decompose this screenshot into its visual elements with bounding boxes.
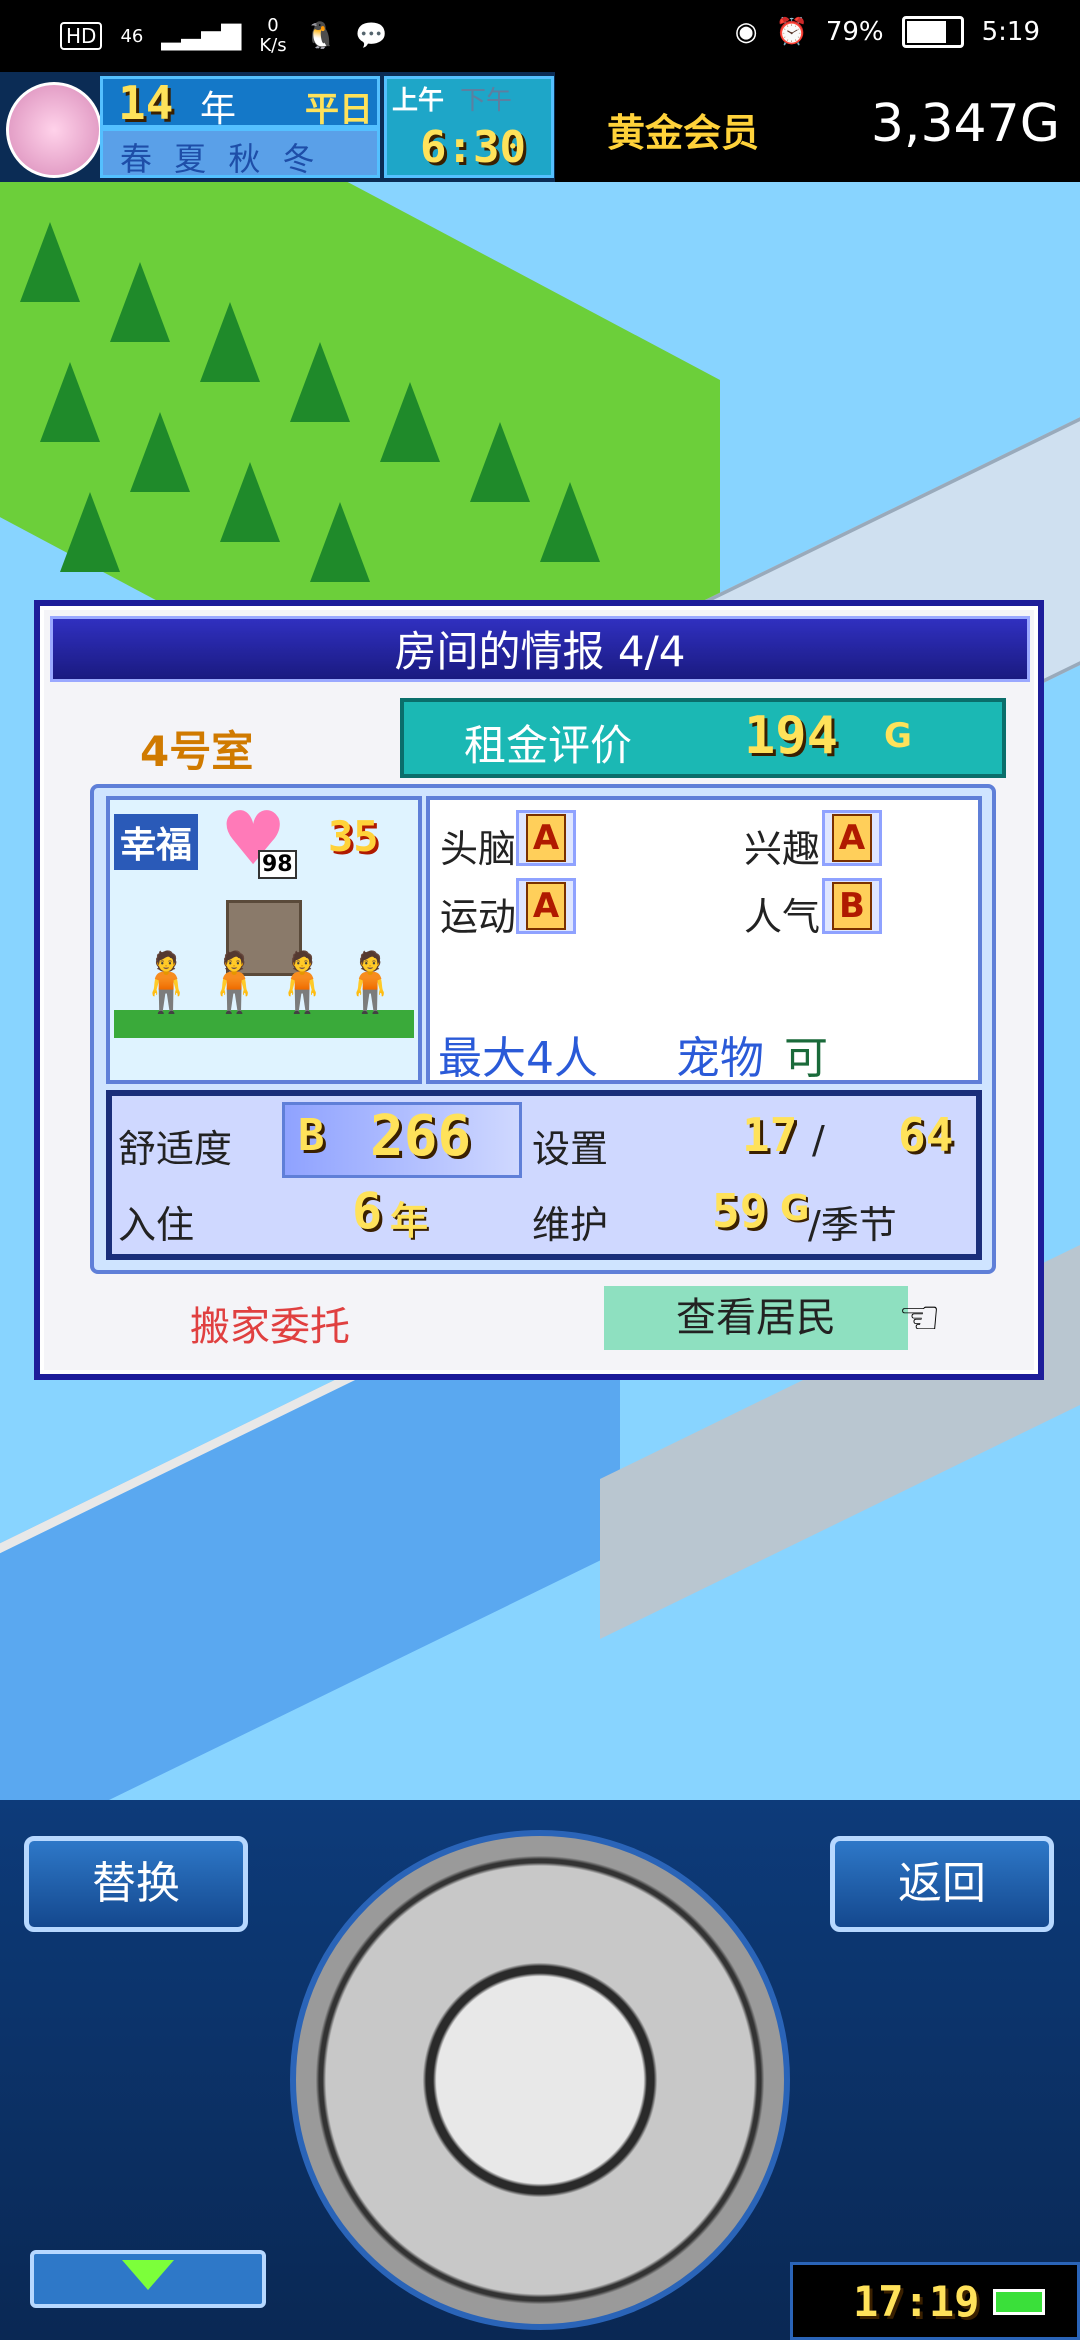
tree (60, 492, 120, 572)
view-residents-button[interactable]: 查看居民 (604, 1286, 908, 1350)
tree (470, 422, 530, 502)
game-clock: 17:19 (790, 2262, 1080, 2340)
pet-label: 宠物 (676, 1033, 764, 1084)
happiness-value: 35 (328, 812, 379, 861)
stat-label: 人气 (744, 895, 821, 939)
stat-grade: A (516, 878, 576, 934)
member-label: 黄金会员 (607, 111, 760, 155)
room-info-dialog: 房间的情报 4/4 4号室 租金评价 194 G 幸福 ♥ 98 35 🧍 🧍 … (34, 600, 1044, 1380)
qq-icon: 🐧 (304, 21, 337, 51)
scroll-down-button[interactable] (30, 2250, 266, 2308)
rent-value: 194 (744, 706, 838, 766)
stat-grade: A (516, 810, 576, 866)
happiness-label: 幸福 (114, 814, 199, 870)
setting-label: 设置 (532, 1127, 609, 1171)
resident-figure: 🧍 (130, 948, 203, 1016)
tree (310, 502, 370, 582)
back-button[interactable]: 返回 (830, 1836, 1054, 1932)
tree (290, 342, 350, 422)
pet-value: 可 (784, 1033, 828, 1084)
max-occupancy: 最大4人 (438, 1033, 598, 1084)
tree (200, 302, 260, 382)
maintenance-unit: G (780, 1188, 810, 1229)
stat-label: 运动 (440, 895, 517, 939)
comfort-grade: B (298, 1110, 325, 1161)
year-label: 年 (200, 89, 237, 130)
resident-figure: 🧍 (334, 948, 407, 1016)
clock: 5:19 (981, 17, 1040, 47)
year-value: 14 (118, 76, 174, 130)
chevron-down-icon (122, 2260, 174, 2290)
tree (220, 462, 280, 542)
game-time: 6:30 (420, 122, 526, 173)
money-value: 3,347G (870, 94, 1060, 154)
maintenance-value: 59 (712, 1184, 768, 1238)
tree (20, 222, 80, 302)
hd-indicator: HD (60, 22, 103, 50)
family-portrait: 幸福 ♥ 98 35 🧍 🧍 🧍 🧍 (106, 796, 422, 1084)
comfort-panel: 舒适度 B 266 设置 17 / 64 入住 6 年 维护 59 G /季节 (106, 1090, 982, 1260)
setting-max: 64 (898, 1108, 954, 1162)
room-number: 4号室 (140, 727, 254, 776)
resident-figure: 🧍 (266, 948, 339, 1016)
room-detail-panel: 幸福 ♥ 98 35 🧍 🧍 🧍 🧍 头脑 A 兴趣 A 运动 A 人气 B 最… (90, 784, 996, 1274)
battery-icon (901, 16, 964, 48)
day-label: 平日 (305, 90, 373, 130)
resident-figure: 🧍 (198, 948, 271, 1016)
battery-percent: 79% (825, 17, 884, 47)
comfort-value: 266 (370, 1104, 472, 1169)
pointer-hand-icon: ☜ (898, 1290, 942, 1346)
rent-label: 租金评价 (464, 721, 633, 770)
stay-unit: 年 (390, 1199, 429, 1243)
setting-value: 17 (742, 1108, 798, 1162)
alarm-icon: ⏰ (775, 17, 808, 47)
tree (40, 362, 100, 442)
avatar[interactable] (6, 82, 102, 178)
comfort-label: 舒适度 (118, 1127, 233, 1171)
stat-label: 头脑 (440, 827, 517, 871)
swap-button[interactable]: 替换 (24, 1836, 248, 1932)
dpad[interactable] (290, 1830, 790, 2330)
wechat-icon: 💬 (354, 21, 388, 51)
heart-value: 98 (258, 850, 297, 879)
tree (540, 482, 600, 562)
stay-label: 入住 (118, 1203, 195, 1247)
season-label: 春 夏 秋 冬 (120, 140, 321, 178)
stat-label: 兴趣 (744, 827, 821, 871)
status-bar: HD 46 ▂▃▅▇ 0 K/s 🐧 💬 ◉ ⏰ 79% 5:19 (0, 0, 1080, 72)
network-indicator: 46 (120, 25, 144, 47)
stat-grade: A (822, 810, 882, 866)
pm-label: 下午 (460, 86, 513, 116)
stat-grade: B (822, 878, 882, 934)
signal-icon: ▂▃▅▇ (161, 21, 242, 51)
am-label: 上午 (392, 86, 445, 116)
money-panel: 黄金会员 3,347G (555, 72, 1080, 182)
stats-panel: 头脑 A 兴趣 A 运动 A 人气 B 最大4人 宠物 可 (426, 796, 982, 1084)
tree (130, 412, 190, 492)
move-request-button[interactable]: 搬家委托 (190, 1294, 350, 1352)
speed-indicator: 0 K/s (259, 15, 287, 56)
stay-value: 6 (352, 1182, 383, 1240)
dialog-title: 房间的情报 4/4 (50, 616, 1030, 682)
eye-icon: ◉ (734, 17, 758, 47)
maintenance-period: /季节 (808, 1203, 897, 1247)
game-clock-time: 17:19 (853, 2277, 980, 2326)
setting-separator: / (812, 1118, 825, 1162)
rent-rating-box: 租金评价 194 G (400, 698, 1006, 778)
tree (380, 382, 440, 462)
maintenance-label: 维护 (532, 1203, 609, 1247)
tree (110, 262, 170, 342)
battery-icon (993, 2289, 1045, 2315)
rent-unit: G (884, 716, 912, 756)
